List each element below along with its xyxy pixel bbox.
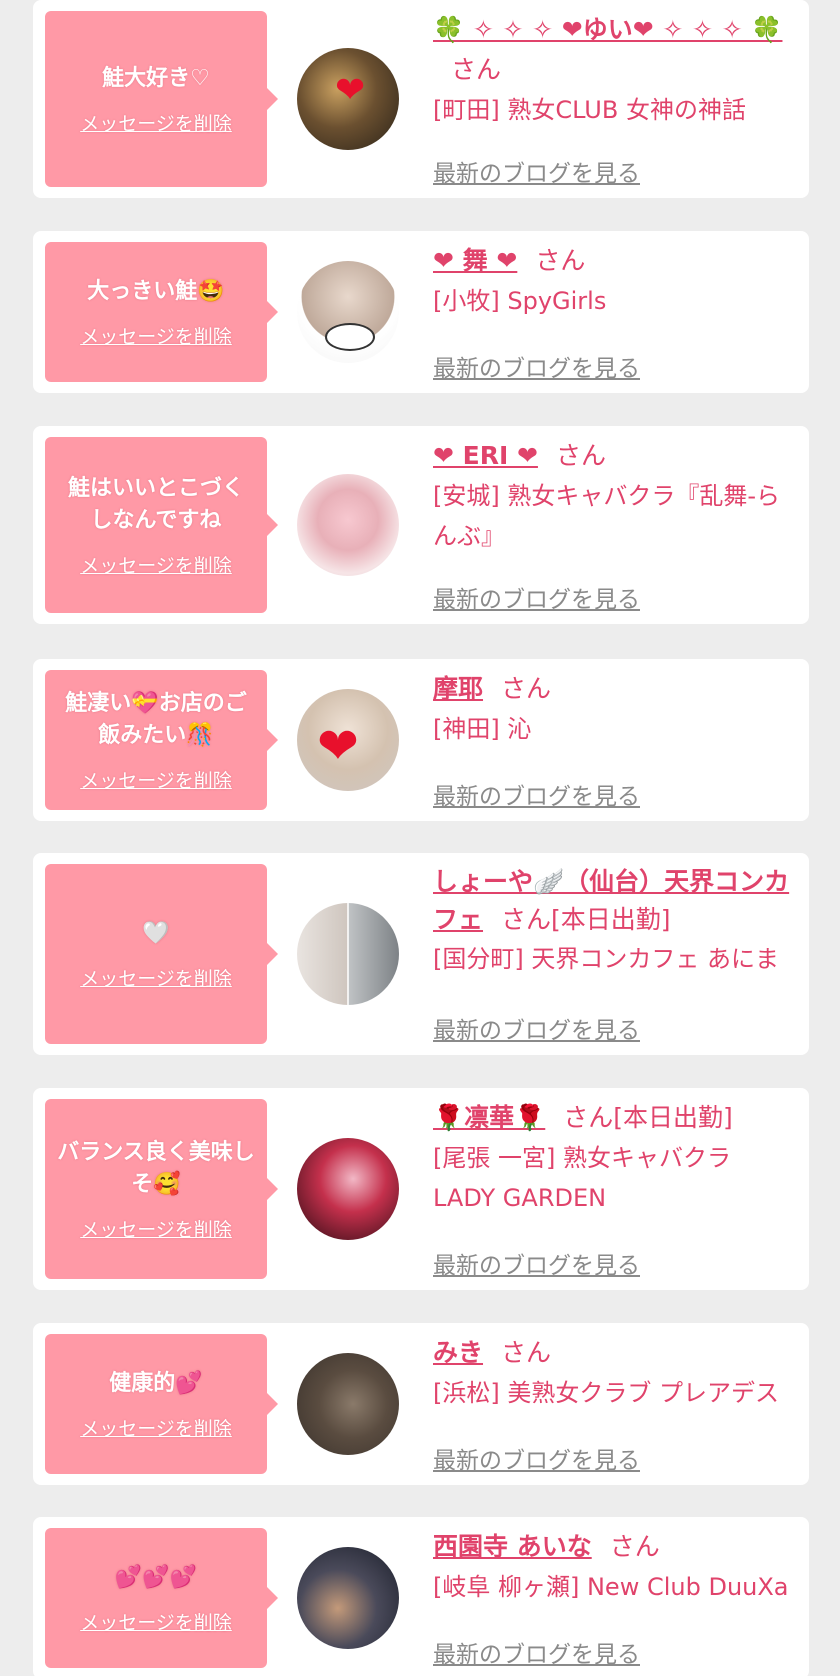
message-text: 🤍 xyxy=(142,920,170,946)
delete-message-link[interactable]: メッセージを削除 xyxy=(80,109,232,136)
message-text: 大っきい鮭🤩 xyxy=(87,278,225,304)
girl-info: 西園寺 あいな さん [岐阜 柳ヶ瀬] New Club DuuXa 最新のブログ… xyxy=(433,1527,795,1669)
message-bubble: 鮭はいいとこづく しなんですね メッセージを削除 xyxy=(45,437,278,613)
latest-blog-link[interactable]: 最新のブログを見る xyxy=(433,1246,640,1280)
list-item: 🤍 メッセージを削除 しょーや🪽（仙台）天界コンカフェ さん[本日出勤] [国分町… xyxy=(33,853,809,1055)
honorific: さん[本日出勤] xyxy=(501,905,671,934)
honorific: さん xyxy=(555,441,606,470)
delete-message-link[interactable]: メッセージを削除 xyxy=(80,1414,232,1441)
latest-blog-link[interactable]: 最新のブログを見る xyxy=(433,1441,640,1475)
shop-info: [町田] 熟女CLUB 女神の神話 xyxy=(433,96,746,124)
delete-message-link[interactable]: メッセージを削除 xyxy=(80,1215,232,1242)
avatar[interactable] xyxy=(297,1547,399,1649)
face-mask-icon xyxy=(325,323,375,351)
shop-info: [尾張 一宮] 熟女キャバクラ LADY GARDEN xyxy=(433,1144,731,1212)
girl-name-link[interactable]: 摩耶 xyxy=(433,674,483,703)
girl-info: 摩耶 さん [神田] 沁 最新のブログを見る xyxy=(433,669,795,811)
message-bubble: 大っきい鮭🤩 メッセージを削除 xyxy=(45,242,278,382)
avatar[interactable] xyxy=(297,1353,399,1455)
shop-info: [小牧] SpyGirls xyxy=(433,287,607,315)
honorific: さん xyxy=(501,1338,552,1367)
list-item: 鮭はいいとこづく しなんですね メッセージを削除 ❤ ERI ❤ さん [安城] … xyxy=(33,426,809,624)
girl-info: みき さん [浜松] 美熟女クラブ プレアデス 最新のブログを見る xyxy=(433,1333,795,1475)
shop-info: [国分町] 天界コンカフェ あにま xyxy=(433,945,779,973)
avatar[interactable]: ❤ xyxy=(297,48,399,150)
message-list: 鮭大好き♡ メッセージを削除 ❤ 🍀 ✧ ✧ ✧ ❤ゆい❤ ✧ ✧ ✧ 🍀 さん … xyxy=(0,0,840,1676)
honorific: さん xyxy=(501,674,552,703)
avatar[interactable] xyxy=(297,903,399,1005)
shop-info: [岐阜 柳ヶ瀬] New Club DuuXa xyxy=(433,1573,789,1601)
delete-message-link[interactable]: メッセージを削除 xyxy=(80,964,232,991)
message-bubble: 鮭大好き♡ メッセージを削除 xyxy=(45,11,278,187)
girl-name-link[interactable]: ❤ 舞 ❤ xyxy=(433,246,517,275)
latest-blog-link[interactable]: 最新のブログを見る xyxy=(433,1635,640,1669)
message-text: 健康的💕 xyxy=(109,1370,203,1396)
honorific: さん xyxy=(609,1532,660,1561)
girl-info: ❤ 舞 ❤ さん [小牧] SpyGirls 最新のブログを見る xyxy=(433,241,795,383)
girl-info: 🌹凛華🌹 さん[本日出勤] [尾張 一宮] 熟女キャバクラ LADY GARDEN… xyxy=(433,1098,795,1280)
message-text: 💕💕💕 xyxy=(114,1564,198,1590)
delete-message-link[interactable]: メッセージを削除 xyxy=(80,322,232,349)
latest-blog-link[interactable]: 最新のブログを見る xyxy=(433,349,640,383)
message-bubble: 健康的💕 メッセージを削除 xyxy=(45,1334,278,1474)
list-item: 健康的💕 メッセージを削除 みき さん [浜松] 美熟女クラブ プレアデス 最新の… xyxy=(33,1323,809,1485)
girl-info: 🍀 ✧ ✧ ✧ ❤ゆい❤ ✧ ✧ ✧ 🍀 さん [町田] 熟女CLUB 女神の神話… xyxy=(433,10,795,188)
delete-message-link[interactable]: メッセージを削除 xyxy=(80,1608,232,1635)
latest-blog-link[interactable]: 最新のブログを見る xyxy=(433,777,640,811)
avatar[interactable] xyxy=(297,261,399,363)
delete-message-link[interactable]: メッセージを削除 xyxy=(80,551,232,578)
list-item: 鮭大好き♡ メッセージを削除 ❤ 🍀 ✧ ✧ ✧ ❤ゆい❤ ✧ ✧ ✧ 🍀 さん … xyxy=(33,0,809,198)
message-text: 鮭はいいとこづく しなんですね xyxy=(67,475,244,533)
avatar[interactable]: ❤ xyxy=(297,689,399,791)
shop-info: [神田] 沁 xyxy=(433,715,532,743)
message-bubble: 🤍 メッセージを削除 xyxy=(45,864,278,1044)
latest-blog-link[interactable]: 最新のブログを見る xyxy=(433,154,640,188)
honorific: さん xyxy=(451,55,502,84)
girl-name-link[interactable]: 🌹凛華🌹 xyxy=(433,1103,545,1132)
delete-message-link[interactable]: メッセージを削除 xyxy=(80,766,232,793)
honorific: さん xyxy=(535,246,586,275)
list-item: 鮭凄い💝お店のご飯みたい🎊 メッセージを削除 ❤ 摩耶 さん [神田] 沁 最新の… xyxy=(33,659,809,821)
list-item: 大っきい鮭🤩 メッセージを削除 ❤ 舞 ❤ さん [小牧] SpyGirls 最新… xyxy=(33,231,809,393)
avatar[interactable] xyxy=(297,474,399,576)
message-bubble: 💕💕💕 メッセージを削除 xyxy=(45,1528,278,1668)
heart-sticker-icon: ❤ xyxy=(335,70,366,111)
list-item: バランス良く美味しそ🥰 メッセージを削除 🌹凛華🌹 さん[本日出勤] [尾張 一宮… xyxy=(33,1088,809,1290)
avatar[interactable] xyxy=(297,1138,399,1240)
girl-info: しょーや🪽（仙台）天界コンカフェ さん[本日出勤] [国分町] 天界コンカフェ あ… xyxy=(433,863,795,1045)
message-bubble: 鮭凄い💝お店のご飯みたい🎊 メッセージを削除 xyxy=(45,670,278,810)
latest-blog-link[interactable]: 最新のブログを見る xyxy=(433,1011,640,1045)
girl-name-link[interactable]: 🍀 ✧ ✧ ✧ ❤ゆい❤ ✧ ✧ ✧ 🍀 xyxy=(433,15,782,44)
girl-name-link[interactable]: みき xyxy=(433,1338,483,1367)
girl-name-link[interactable]: ❤ ERI ❤ xyxy=(433,441,538,470)
shop-info: [安城] 熟女キャバクラ『乱舞-らんぶ』 xyxy=(433,482,781,550)
honorific: さん[本日出勤] xyxy=(563,1103,733,1132)
message-text: バランス良く美味しそ🥰 xyxy=(57,1139,255,1197)
girl-info: ❤ ERI ❤ さん [安城] 熟女キャバクラ『乱舞-らんぶ』 最新のブログを見る xyxy=(433,436,795,614)
message-bubble: バランス良く美味しそ🥰 メッセージを削除 xyxy=(45,1099,278,1279)
shop-info: [浜松] 美熟女クラブ プレアデス xyxy=(433,1379,779,1407)
heart-sticker-icon: ❤ xyxy=(317,717,359,775)
list-item: 💕💕💕 メッセージを削除 西園寺 あいな さん [岐阜 柳ヶ瀬] New Club… xyxy=(33,1517,809,1676)
message-text: 鮭大好き♡ xyxy=(102,65,210,91)
girl-name-link[interactable]: 西園寺 あいな xyxy=(433,1532,592,1561)
message-text: 鮭凄い💝お店のご飯みたい🎊 xyxy=(65,690,247,748)
latest-blog-link[interactable]: 最新のブログを見る xyxy=(433,580,640,614)
